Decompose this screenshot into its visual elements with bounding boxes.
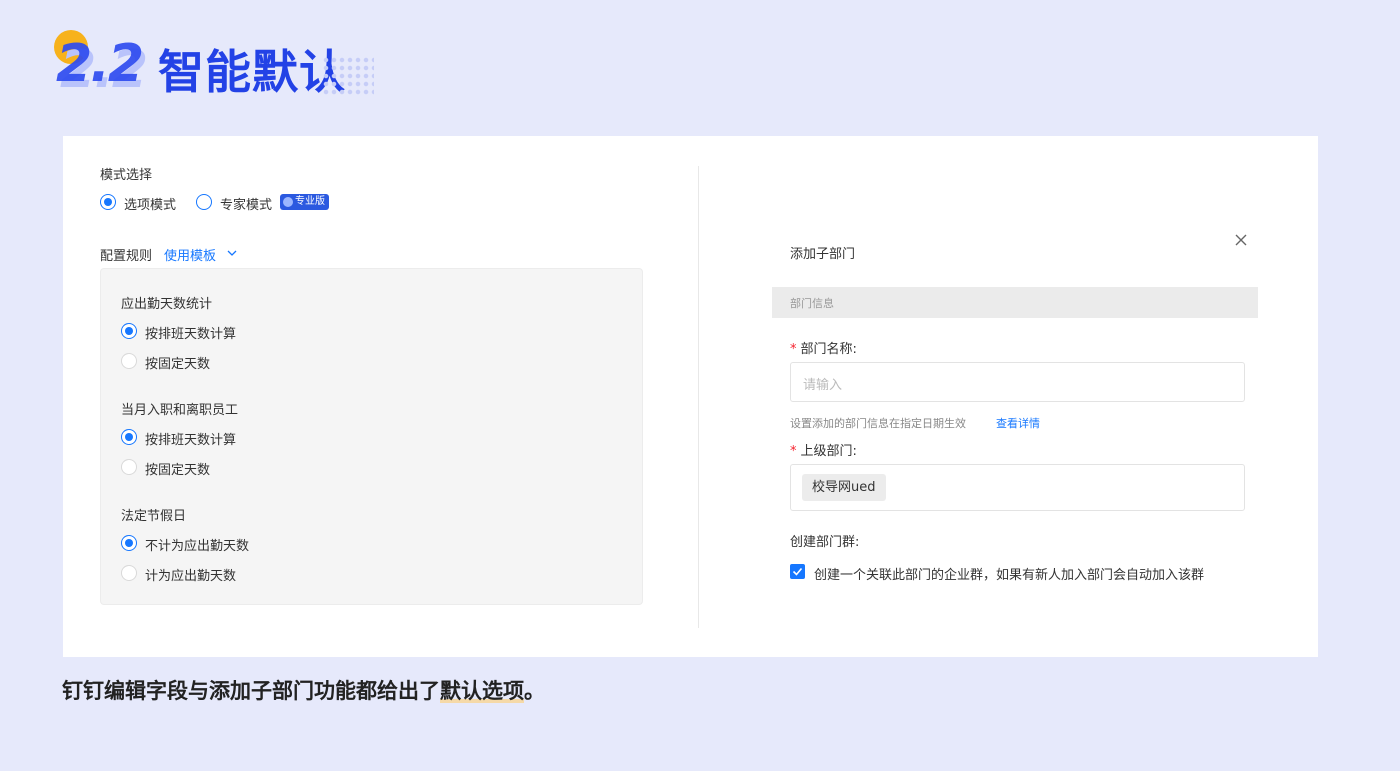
group-title-join-leave: 当月入职和离职员工 bbox=[121, 403, 239, 418]
label-holiday-not-counted[interactable]: 不计为应出勤天数 bbox=[145, 535, 249, 554]
required-asterisk: * bbox=[790, 444, 797, 459]
dept-name-label: * 部门名称: bbox=[790, 338, 857, 357]
create-group-checkbox[interactable] bbox=[790, 564, 805, 579]
screenshot-card: 模式选择 选项模式 专家模式 专业版 配置规则 使用模板 应出勤天数统计 按排班… bbox=[63, 136, 1318, 657]
dept-name-input[interactable]: 请输入 bbox=[790, 362, 1245, 402]
parent-dept-label: * 上级部门: bbox=[790, 440, 857, 459]
radio-attendance-fixed[interactable] bbox=[121, 353, 137, 369]
create-group-label: 创建部门群: bbox=[790, 535, 860, 550]
pro-version-badge: 专业版 bbox=[280, 194, 329, 210]
dept-name-label-text: 部门名称: bbox=[800, 342, 857, 357]
radio-join-leave-by-shift[interactable] bbox=[121, 429, 137, 445]
heading-dots-decoration bbox=[322, 56, 374, 96]
label-holiday-counted[interactable]: 计为应出勤天数 bbox=[145, 565, 236, 584]
option-mode-label[interactable]: 选项模式 bbox=[124, 194, 176, 213]
dept-name-placeholder: 请输入 bbox=[803, 378, 843, 393]
config-rules-label: 配置规则 bbox=[100, 249, 153, 264]
label-attendance-fixed[interactable]: 按固定天数 bbox=[145, 353, 210, 372]
caption: 钉钉编辑字段与添加子部门功能都给出了默认选项。 bbox=[62, 675, 545, 705]
required-asterisk: * bbox=[790, 342, 797, 357]
section-heading: 2.2 2.2 智能默认 bbox=[52, 28, 392, 100]
label-join-leave-by-shift[interactable]: 按排班天数计算 bbox=[145, 429, 236, 448]
caption-highlight: 默认选项 bbox=[440, 679, 524, 703]
radio-holiday-counted[interactable] bbox=[121, 565, 137, 581]
use-template-link[interactable]: 使用模板 bbox=[164, 245, 216, 264]
create-group-checkbox-label[interactable]: 创建一个关联此部门的企业群，如果有新人加入部门会自动加入该群 bbox=[814, 564, 1204, 583]
section-title: 部门信息 bbox=[790, 297, 834, 310]
parent-dept-label-text: 上级部门: bbox=[800, 444, 857, 459]
close-icon[interactable] bbox=[1233, 232, 1249, 248]
label-attendance-by-shift[interactable]: 按排班天数计算 bbox=[145, 323, 236, 342]
group-title-attendance-days: 应出勤天数统计 bbox=[121, 297, 213, 312]
label-join-leave-fixed[interactable]: 按固定天数 bbox=[145, 459, 210, 478]
pro-badge-label: 专业版 bbox=[295, 196, 325, 207]
view-details-link[interactable]: 查看详情 bbox=[996, 415, 1040, 431]
parent-dept-field[interactable]: 校导网ued bbox=[790, 464, 1245, 511]
panel-divider bbox=[698, 166, 699, 628]
radio-holiday-not-counted[interactable] bbox=[121, 535, 137, 551]
expert-mode-label[interactable]: 专家模式 bbox=[220, 194, 272, 213]
effective-date-hint: 设置添加的部门信息在指定日期生效 bbox=[790, 417, 966, 430]
pro-badge-icon bbox=[283, 197, 293, 207]
caption-prefix: 钉钉编辑字段与添加子部门功能都给出了 bbox=[62, 679, 440, 703]
heading-number: 2.2 bbox=[56, 34, 144, 94]
radio-attendance-by-shift[interactable] bbox=[121, 323, 137, 339]
caption-suffix: 。 bbox=[524, 679, 545, 703]
chevron-down-icon[interactable] bbox=[227, 249, 237, 257]
mode-select-label: 模式选择 bbox=[100, 168, 153, 183]
radio-join-leave-fixed[interactable] bbox=[121, 459, 137, 475]
rules-panel: 应出勤天数统计 按排班天数计算 按固定天数 当月入职和离职员工 按排班天数计算 … bbox=[100, 268, 643, 605]
group-title-holidays: 法定节假日 bbox=[121, 509, 187, 524]
expert-mode-radio[interactable] bbox=[196, 194, 212, 210]
heading-title: 智能默认 bbox=[158, 45, 346, 99]
option-mode-radio[interactable] bbox=[100, 194, 116, 210]
check-icon bbox=[792, 567, 803, 576]
parent-dept-tag[interactable]: 校导网ued bbox=[802, 474, 886, 501]
section-header-dept-info: 部门信息 bbox=[772, 287, 1258, 318]
dialog-title: 添加子部门 bbox=[790, 247, 856, 262]
